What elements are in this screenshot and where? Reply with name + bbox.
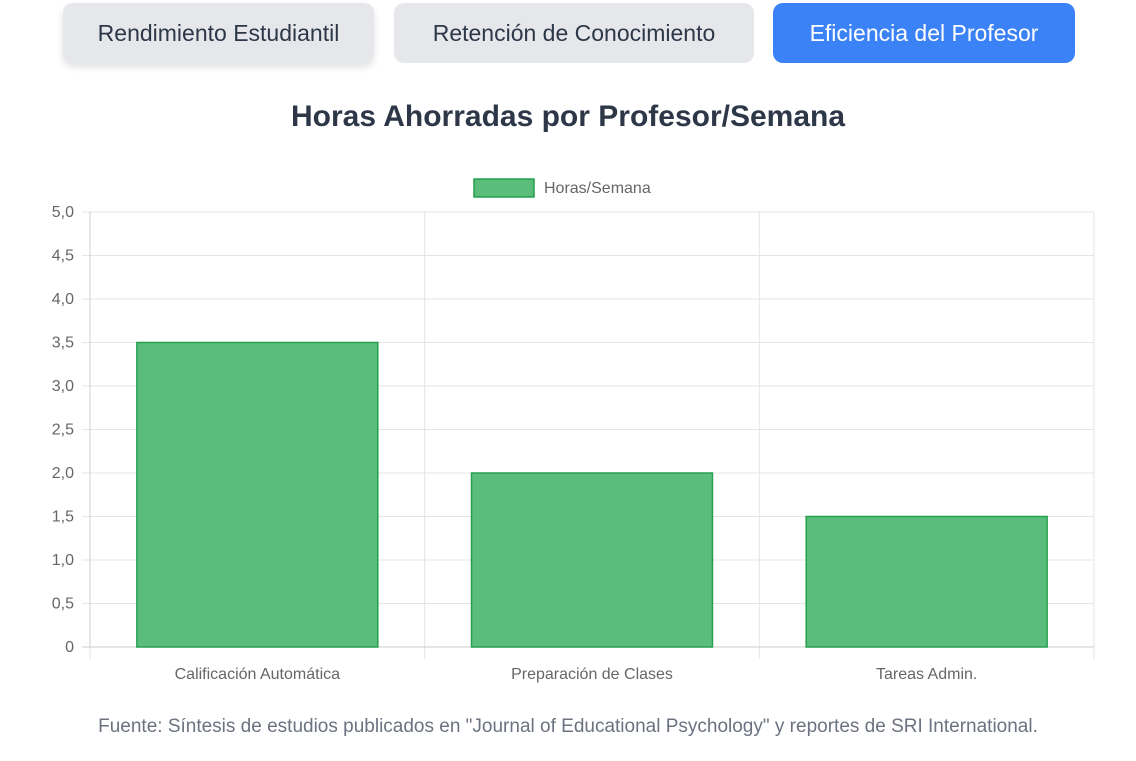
bar [805, 515, 1048, 648]
chart-container: 0 0,5 1,0 1,5 2,0 2,5 3,0 3,5 4,0 4,5 5,0 Calificac… [0, 160, 1136, 700]
bar-chart: 0 0,5 1,0 1,5 2,0 2,5 3,0 3,5 4,0 4,5 5,0 Calificac… [52, 178, 1095, 683]
y-tick-label: 5,0 [52, 204, 74, 221]
y-tick-label: 2,0 [52, 465, 74, 482]
y-tick-label: 3,0 [52, 378, 74, 395]
legend-label: Horas/Semana [544, 180, 651, 197]
legend: Horas/Semana [473, 178, 651, 198]
x-tick-label: Preparación de Clases [511, 666, 673, 683]
y-tick-label: 3,5 [52, 335, 74, 352]
source-note: Fuente: Síntesis de estudios publicados … [98, 716, 1038, 737]
tab-retencion-conocimiento[interactable]: Retención de Conocimiento [394, 3, 754, 63]
tab-bar: Rendimiento Estudiantil Retención de Con… [0, 3, 1136, 65]
bar [470, 472, 714, 648]
x-tick-label: Calificación Automática [175, 666, 341, 683]
tab-rendimiento-estudiantil[interactable]: Rendimiento Estudiantil [63, 3, 374, 63]
y-tick-label: 0,5 [52, 596, 74, 613]
x-tick-label: Tareas Admin. [876, 666, 977, 683]
y-tick-label: 1,0 [52, 552, 74, 569]
tab-eficiencia-profesor[interactable]: Eficiencia del Profesor [773, 3, 1075, 63]
legend-swatch [473, 178, 535, 198]
y-tick-label: 1,5 [52, 509, 74, 526]
y-tick-label: 2,5 [52, 422, 74, 439]
page: Rendimiento Estudiantil Retención de Con… [0, 0, 1136, 761]
chart-title: Horas Ahorradas por Profesor/Semana [290, 100, 846, 133]
y-tick-label: 4,0 [52, 291, 74, 308]
bar [136, 341, 379, 648]
y-tick-label: 4,5 [52, 248, 74, 265]
y-tick-label: 0 [65, 639, 74, 656]
